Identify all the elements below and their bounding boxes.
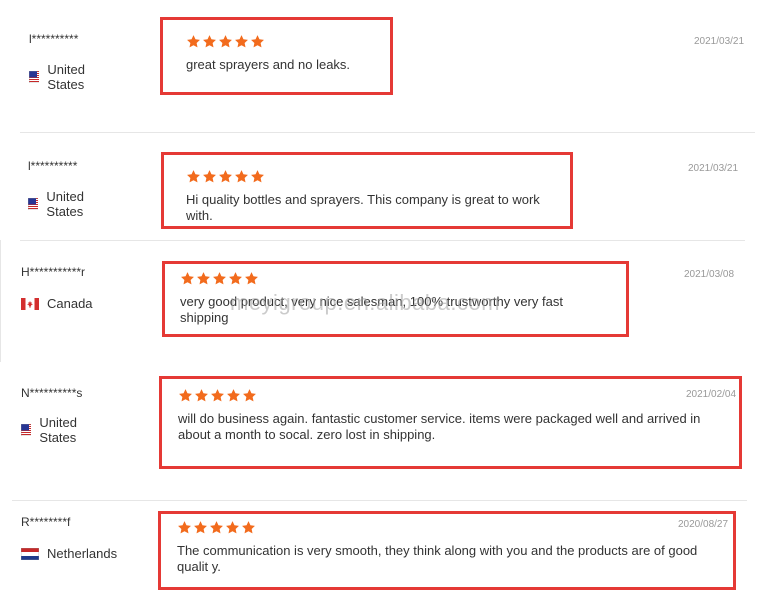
review-divider: [20, 132, 755, 133]
country-label: Canada: [47, 296, 93, 311]
review-divider: [20, 240, 745, 241]
review-text: great sprayers and no leaks.: [186, 57, 351, 72]
star-icon: [234, 34, 249, 49]
star-icon: [241, 520, 256, 535]
star-icon: [178, 388, 193, 403]
star-icon: [210, 388, 225, 403]
star-icon: [250, 34, 265, 49]
ca-flag-icon: [21, 297, 39, 310]
star-icon: [244, 271, 259, 286]
review-date: 2021/03/21: [694, 36, 745, 47]
star-icon: [194, 388, 209, 403]
star-icon: [250, 169, 265, 184]
country-label: Netherlands: [47, 546, 118, 561]
star-rating: [180, 271, 612, 286]
star-icon: [218, 34, 233, 49]
star-icon: [202, 34, 217, 49]
country-label: United States: [47, 62, 85, 92]
star-rating: [178, 388, 731, 403]
reviewer-country: United States: [29, 62, 93, 92]
star-icon: [228, 271, 243, 286]
review-text: The communication is very smooth, they t…: [177, 543, 698, 574]
review-highlight-box: Hi quality bottles and sprayers. This co…: [161, 152, 573, 229]
review-date: 2021/03/21: [688, 163, 739, 174]
us-flag-icon: [28, 198, 39, 210]
star-rating: [186, 169, 556, 184]
reviewer-name: R********f: [21, 515, 71, 529]
us-flag-icon: [29, 71, 40, 83]
us-flag-icon: [21, 424, 32, 436]
reviewer-name: l**********: [28, 159, 78, 173]
review-highlight-box: will do business again. fantastic custom…: [159, 376, 742, 469]
review-text: very good product, very nice salesman, 1…: [180, 294, 563, 325]
reviewer-country: United States: [28, 189, 92, 219]
review-divider: [12, 500, 747, 501]
review-date: 2020/08/27: [678, 519, 729, 530]
review-highlight-box: very good product, very nice salesman, 1…: [162, 261, 629, 337]
star-icon: [186, 169, 201, 184]
star-icon: [242, 388, 257, 403]
reviewer-country: Netherlands: [21, 546, 117, 561]
star-icon: [202, 169, 217, 184]
review-highlight-box: The communication is very smooth, they t…: [158, 511, 736, 590]
nl-flag-icon: [21, 547, 39, 560]
reviewer-country: Canada: [21, 296, 93, 311]
star-icon: [196, 271, 211, 286]
review-highlight-box: great sprayers and no leaks.: [160, 17, 393, 95]
review-text: Hi quality bottles and sprayers. This co…: [186, 192, 540, 223]
review-date: 2021/02/04: [686, 389, 737, 400]
star-icon: [209, 520, 224, 535]
star-icon: [193, 520, 208, 535]
review-text: will do business again. fantastic custom…: [178, 411, 701, 442]
reviewer-country: United States: [21, 415, 85, 445]
star-icon: [180, 271, 195, 286]
country-label: United States: [39, 415, 77, 445]
reviewer-name: l**********: [29, 32, 79, 46]
star-icon: [225, 520, 240, 535]
star-rating: [177, 520, 721, 535]
star-icon: [234, 169, 249, 184]
star-icon: [218, 169, 233, 184]
star-rating: [186, 34, 376, 49]
star-icon: [177, 520, 192, 535]
star-icon: [212, 271, 227, 286]
star-icon: [186, 34, 201, 49]
review-panel-edge: [0, 240, 1, 362]
star-icon: [226, 388, 241, 403]
reviewer-name: H***********r: [21, 265, 86, 279]
country-label: United States: [46, 189, 84, 219]
review-date: 2021/03/08: [684, 269, 735, 280]
reviewer-name: N**********s: [21, 386, 83, 400]
